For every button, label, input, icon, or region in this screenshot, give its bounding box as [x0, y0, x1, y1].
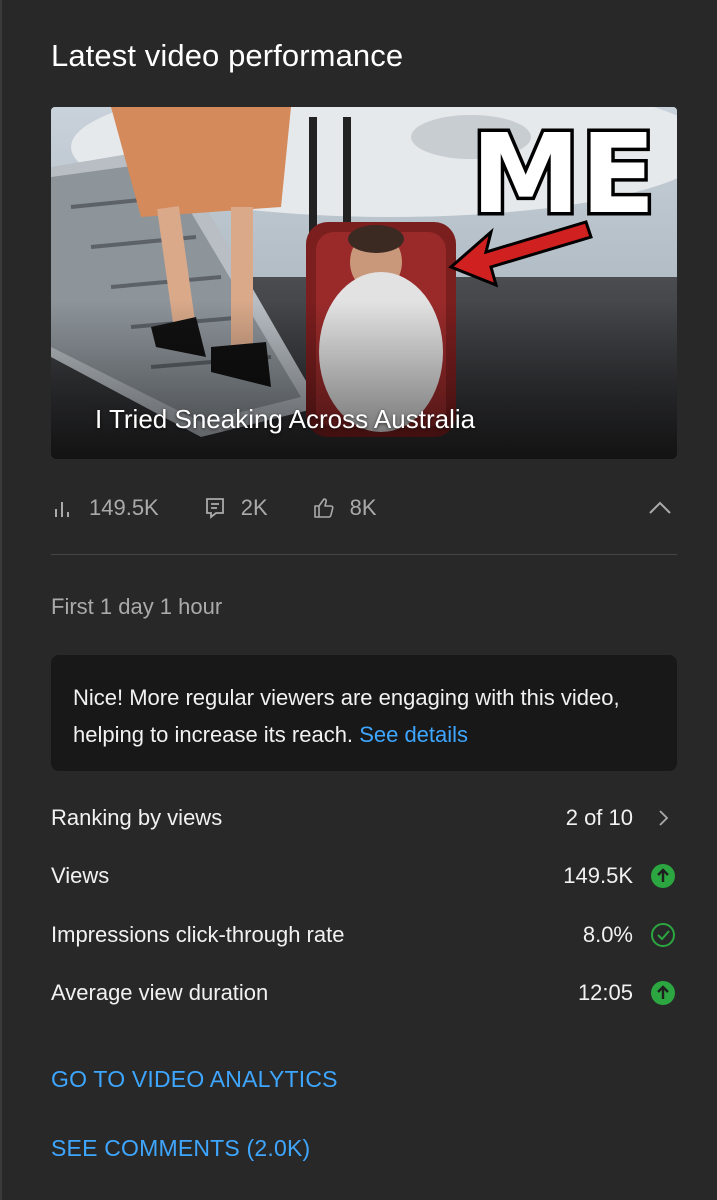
metric-row-ranking[interactable]: Ranking by views 2 of 10: [51, 798, 677, 838]
go-to-video-analytics-button[interactable]: GO TO VIDEO ANALYTICS: [51, 1066, 338, 1093]
chevron-right-icon[interactable]: [653, 808, 673, 828]
metric-row-views: Views 149.5K: [51, 856, 677, 896]
bar-chart-icon: [55, 502, 69, 517]
metric-value: 2 of 10: [565, 805, 633, 830]
views-stat: 149.5K: [51, 495, 159, 521]
metric-row-ctr: Impressions click-through rate 8.0%: [51, 915, 677, 955]
comments-stat: 2K: [203, 495, 268, 521]
video-thumbnail[interactable]: ME I Tried Sneaking Across Australia: [51, 107, 677, 459]
arrow-up-circle-icon: [651, 864, 675, 888]
chevron-up-icon[interactable]: [647, 495, 673, 521]
metric-label: Views: [51, 863, 110, 888]
metric-label: Average view duration: [51, 980, 269, 1005]
views-count: 149.5K: [89, 495, 159, 520]
check-circle-icon: [651, 923, 675, 947]
metric-label: Ranking by views: [51, 805, 223, 830]
insight-text: Nice! More regular viewers are engaging …: [73, 685, 620, 747]
metric-value: 149.5K: [563, 863, 633, 888]
thumbs-up-icon: [313, 498, 334, 518]
see-comments-button[interactable]: SEE COMMENTS (2.0K): [51, 1135, 310, 1162]
insight-banner: Nice! More regular viewers are engaging …: [51, 655, 677, 771]
video-performance-card: Latest video performance I Tried Sneakin…: [0, 0, 717, 1200]
metric-row-avg-duration: Average view duration 12:05: [51, 973, 677, 1013]
time-period-label: First 1 day 1 hour: [51, 594, 223, 619]
metric-label: Impressions click-through rate: [51, 922, 345, 947]
section-title: Latest video performance: [51, 38, 404, 73]
video-title: I Tried Sneaking Across Australia: [95, 404, 476, 434]
comment-icon: [205, 498, 224, 519]
arrow-up-circle-icon: [651, 981, 675, 1005]
see-details-link[interactable]: See details: [359, 722, 468, 747]
metric-value: 12:05: [577, 980, 633, 1005]
stats-row: 149.5K 2K 8K: [51, 487, 677, 529]
metric-value: 8.0%: [582, 922, 633, 947]
likes-stat: 8K: [312, 495, 377, 521]
divider: [51, 554, 677, 555]
comments-count: 2K: [240, 495, 268, 520]
likes-count: 8K: [349, 495, 377, 520]
